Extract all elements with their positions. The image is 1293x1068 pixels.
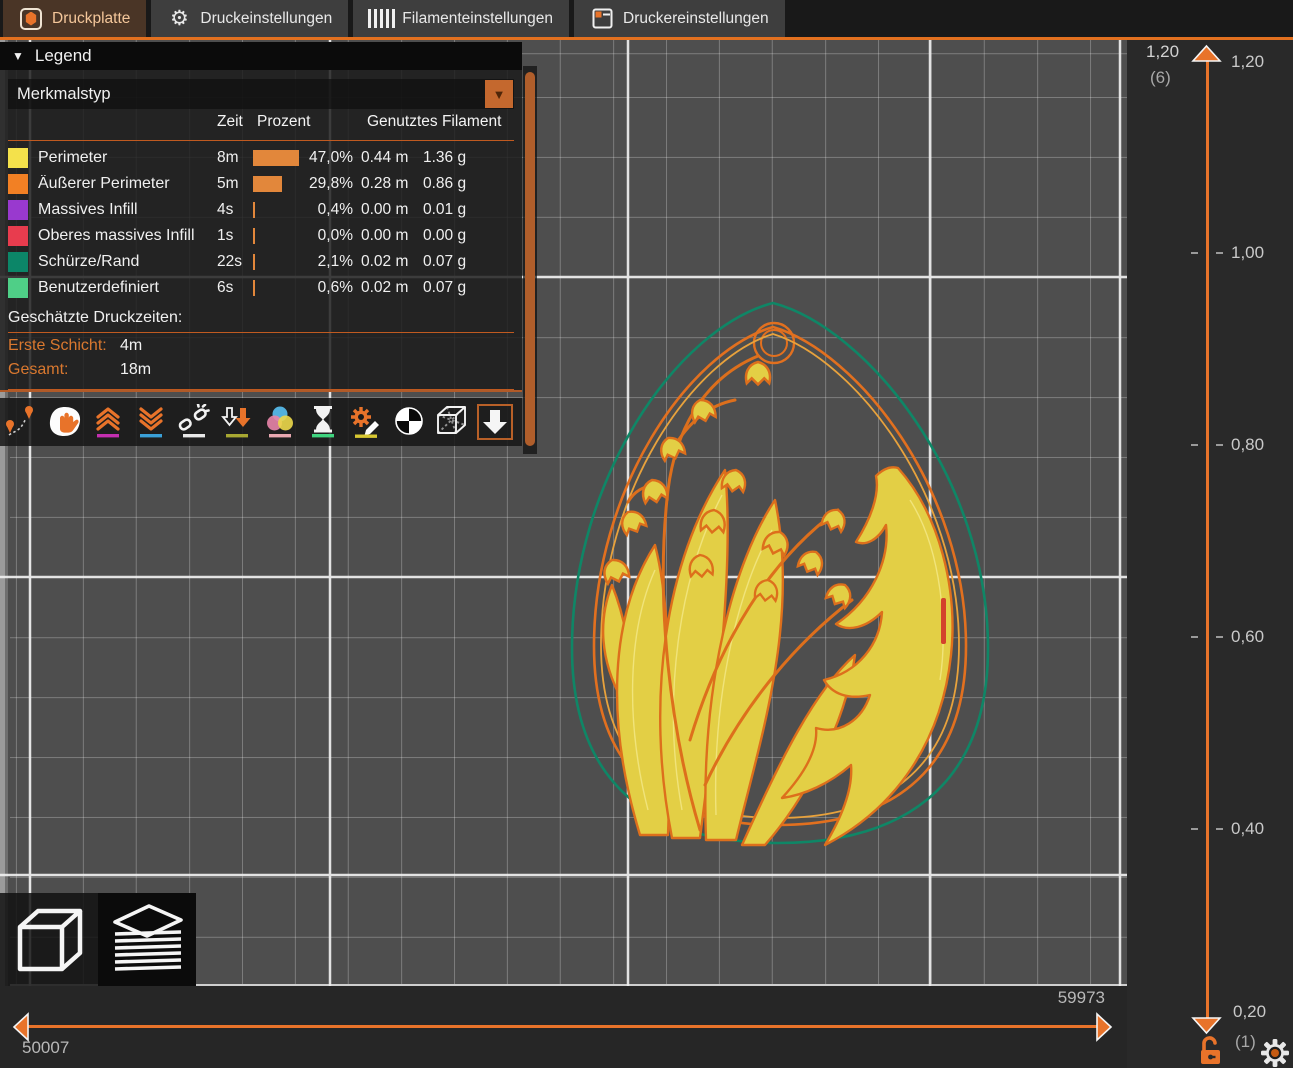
- move-slider-right-handle[interactable]: [1094, 1012, 1114, 1047]
- current-bottom-layer: (1): [1235, 1032, 1256, 1052]
- ruler-tick: 0,80: [1127, 435, 1293, 455]
- legend-panel: ▼ Legend Merkmalstyp ▼ Zeit Prozent Genu…: [0, 42, 522, 392]
- color-swatch: [8, 226, 28, 246]
- tab-label: Druckplatte: [52, 10, 130, 28]
- legend-row-solid-infill[interactable]: Massives Infill 4s 0,4% 0.00 m 0.01 g: [0, 197, 522, 223]
- ruler-label-top: 1,20: [1231, 52, 1264, 72]
- legend-row-skirt-brim[interactable]: Schürze/Rand 22s 2,1% 0.02 m 0.07 g: [0, 249, 522, 275]
- col-time: Zeit: [217, 113, 243, 131]
- tool-marker-icon[interactable]: [475, 400, 515, 444]
- seams-icon[interactable]: [174, 400, 214, 444]
- gear-icon: ⚙: [167, 7, 191, 31]
- move-slider-track[interactable]: [26, 1025, 1103, 1028]
- ruler-tick: 0,40: [1127, 819, 1293, 839]
- view-mode-switcher: [0, 893, 196, 986]
- current-bottom-height: 0,20: [1233, 1002, 1266, 1022]
- tab-druckereinstellungen[interactable]: Druckereinstellungen: [574, 0, 785, 37]
- legend-row-perimeter[interactable]: Perimeter 8m 47,0% 0.44 m 1.36 g: [0, 145, 522, 171]
- model-leaves: [603, 467, 952, 845]
- current-top-height: 1,20: [1146, 42, 1179, 62]
- unlock-icon[interactable]: [1197, 1036, 1225, 1068]
- gcode-move-slider-bar: 59973 50007: [0, 986, 1127, 1068]
- print-times-title: Geschätzte Druckzeiten:: [0, 303, 522, 329]
- legend-scrollbar[interactable]: [523, 66, 537, 454]
- center-of-mass-icon[interactable]: [389, 400, 429, 444]
- total-time-row: Gesamt: 18m: [0, 357, 522, 381]
- dropdown-arrow-button[interactable]: ▼: [485, 80, 513, 108]
- col-percent: Prozent: [257, 113, 310, 131]
- layer-slider-track[interactable]: [1206, 60, 1209, 1022]
- color-swatch: [8, 278, 28, 298]
- retractions-icon[interactable]: [88, 400, 128, 444]
- color-swatch: [8, 148, 28, 168]
- ruler-tick: 0,60: [1127, 627, 1293, 647]
- layer-slider-upper-handle[interactable]: [1190, 44, 1223, 68]
- custom-gcode-icon[interactable]: [346, 400, 386, 444]
- print-plate-icon: [19, 7, 43, 31]
- current-top-layer: (6): [1150, 68, 1171, 88]
- printer-icon: [590, 7, 614, 31]
- layer-view-button[interactable]: [98, 893, 196, 986]
- top-infill-mark: [941, 598, 946, 644]
- percent-bar: [253, 254, 255, 270]
- divider: [8, 389, 514, 390]
- shells-icon[interactable]: [432, 400, 472, 444]
- first-layer-time-row: Erste Schicht: 4m: [0, 333, 522, 357]
- deretractions-icon[interactable]: [131, 400, 171, 444]
- percent-bar: [253, 228, 255, 244]
- slicer-preview-window: Druckplatte ⚙ Druckeinstellungen Filamen…: [0, 0, 1293, 1068]
- 3d-view-button[interactable]: [0, 893, 98, 986]
- color-swatch: [8, 252, 28, 272]
- legend-scrollbar-thumb[interactable]: [525, 72, 535, 446]
- tab-druckplatte[interactable]: Druckplatte: [3, 0, 146, 37]
- tab-label: Druckeinstellungen: [200, 10, 332, 28]
- legend-title: Legend: [35, 46, 92, 66]
- col-filament: Genutztes Filament: [367, 113, 501, 131]
- legend-row-top-solid-infill[interactable]: Oberes massives Infill 1s 0,0% 0.00 m 0.…: [0, 223, 522, 249]
- ruler-tick: 1,00: [1127, 243, 1293, 263]
- feature-type-value: Merkmalstyp: [17, 85, 111, 104]
- legend-row-custom[interactable]: Benutzerdefiniert 6s 0,6% 0.02 m 0.07 g: [0, 275, 522, 301]
- wipe-icon[interactable]: [45, 400, 85, 444]
- color-changes-icon[interactable]: [260, 400, 300, 444]
- move-slider-end-value: 59973: [1005, 988, 1105, 1008]
- legend-column-headers: Zeit Prozent Genutztes Filament: [0, 113, 522, 137]
- layer-slider-panel: 1,20 (6) 1,20 1,00 0,80 0,60 0,40 0,20 (…: [1127, 40, 1293, 1068]
- legend-rows: Perimeter 8m 47,0% 0.44 m 1.36 g Äußerer…: [0, 141, 522, 303]
- slider-settings-gear-icon[interactable]: [1260, 1038, 1290, 1068]
- tab-druckeinstellungen[interactable]: ⚙ Druckeinstellungen: [151, 0, 348, 37]
- settings-tab-bar: Druckplatte ⚙ Druckeinstellungen Filamen…: [0, 0, 1293, 40]
- tool-changes-icon[interactable]: [217, 400, 257, 444]
- percent-bar: [253, 202, 255, 218]
- tab-label: Druckereinstellungen: [623, 10, 769, 28]
- collapse-triangle-icon: ▼: [12, 49, 24, 63]
- color-swatch: [8, 174, 28, 194]
- model-wave: [782, 467, 952, 845]
- travel-moves-icon[interactable]: [2, 400, 42, 444]
- legend-row-outer-perimeter[interactable]: Äußerer Perimeter 5m 29,8% 0.28 m 0.86 g: [0, 171, 522, 197]
- tab-filamenteinstellungen[interactable]: Filamenteinstellungen: [353, 0, 569, 37]
- percent-bar: [253, 176, 282, 192]
- move-slider-start-value: 50007: [22, 1038, 69, 1058]
- percent-bar: [253, 280, 255, 296]
- legend-header[interactable]: ▼ Legend: [0, 42, 522, 70]
- filament-icon: [369, 7, 393, 31]
- preview-options-toolbar: [0, 398, 522, 446]
- pause-prints-icon[interactable]: [303, 400, 343, 444]
- percent-bar: [253, 150, 299, 166]
- color-swatch: [8, 200, 28, 220]
- tab-label: Filamenteinstellungen: [402, 10, 553, 28]
- feature-type-dropdown[interactable]: Merkmalstyp ▼: [8, 79, 514, 109]
